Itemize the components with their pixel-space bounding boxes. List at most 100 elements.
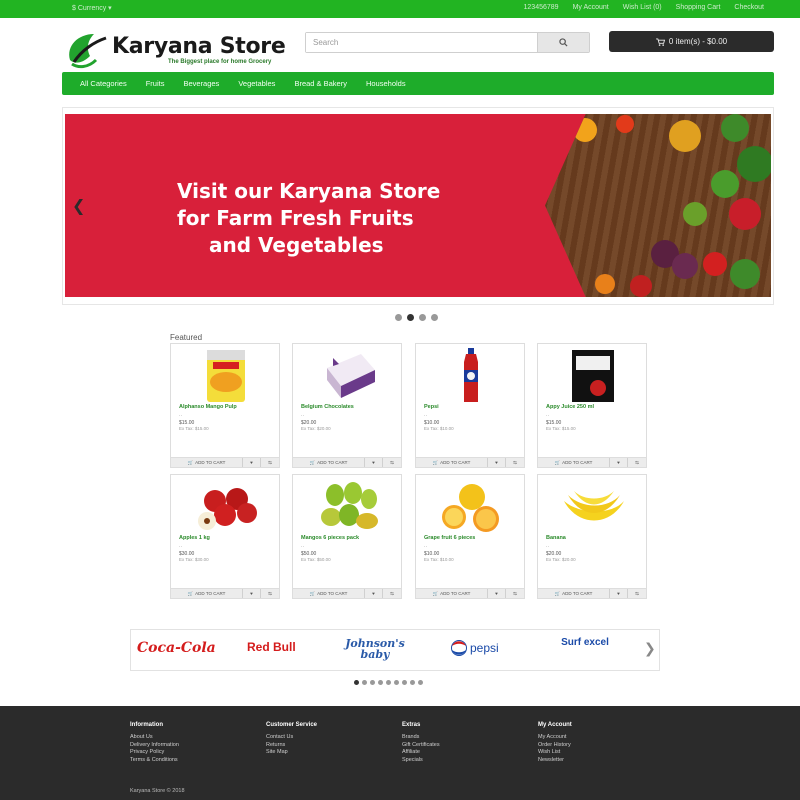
store-logo[interactable]: Karyana Store The Biggest place for home… xyxy=(64,30,294,70)
brand-logo-red-bull[interactable]: Red Bull xyxy=(247,640,296,654)
top-link-checkout[interactable]: Checkout xyxy=(734,4,764,11)
compare-button[interactable]: ⇆ xyxy=(506,589,524,598)
search-input[interactable] xyxy=(306,33,537,52)
footer-link[interactable]: My Account xyxy=(538,734,572,742)
nav-item-all-categories[interactable]: All Categories xyxy=(80,79,127,88)
wishlist-button[interactable]: ♥ xyxy=(610,589,628,598)
compare-button[interactable]: ⇆ xyxy=(628,589,646,598)
brand-logo-coca-cola[interactable]: Coca-Cola xyxy=(137,640,216,656)
add-to-cart-button[interactable]: 🛒 ADD TO CART xyxy=(416,458,488,467)
footer-link[interactable]: Brands xyxy=(402,734,440,742)
nav-item-fruits[interactable]: Fruits xyxy=(146,79,165,88)
add-to-cart-button[interactable]: 🛒 ADD TO CART xyxy=(293,589,365,598)
search-button[interactable] xyxy=(537,33,589,52)
compare-button[interactable]: ⇆ xyxy=(383,589,401,598)
nav-item-households[interactable]: Households xyxy=(366,79,406,88)
compare-button[interactable]: ⇆ xyxy=(261,458,279,467)
add-to-cart-button[interactable]: 🛒 ADD TO CART xyxy=(171,458,243,467)
footer-link[interactable]: Returns xyxy=(266,742,317,750)
footer-link[interactable]: Affiliate xyxy=(402,749,440,757)
product-name[interactable]: Apples 1 kg xyxy=(179,535,210,541)
cart-icon: 🛒 xyxy=(187,590,194,596)
product-card[interactable]: Grape fruit 6 pieces .. $10.00 Ex Tax: $… xyxy=(415,474,525,599)
footer-link[interactable]: Gift Certificates xyxy=(402,742,440,750)
footer-link[interactable]: Contact Us xyxy=(266,734,317,742)
banner-dot-4[interactable] xyxy=(431,314,438,321)
footer-link[interactable]: Wish List xyxy=(538,749,572,757)
banner-slide[interactable]: Visit our Karyana Store for Farm Fresh F… xyxy=(65,114,771,297)
heart-icon: ♥ xyxy=(250,460,253,465)
currency-selector[interactable]: $ Currency ▾ xyxy=(72,4,112,12)
product-card[interactable]: Alphanso Mango Pulp .. $15.00 Ex Tax: $1… xyxy=(170,343,280,468)
product-card[interactable]: Apples 1 kg .. $30.00 Ex Tax: $30.00 🛒 AD… xyxy=(170,474,280,599)
footer-link[interactable]: Newsletter xyxy=(538,757,572,765)
footer-link[interactable]: About Us xyxy=(130,734,179,742)
brand-logo-johnsons-baby[interactable]: Johnson's baby xyxy=(341,638,409,660)
brand-dot-2[interactable] xyxy=(362,680,367,685)
compare-button[interactable]: ⇆ xyxy=(261,589,279,598)
brand-logo-pepsi[interactable]: pepsi xyxy=(451,640,499,656)
footer-link[interactable]: Delivery Information xyxy=(130,742,179,750)
footer-link[interactable]: Site Map xyxy=(266,749,317,757)
nav-item-beverages[interactable]: Beverages xyxy=(183,79,219,88)
wishlist-button[interactable]: ♥ xyxy=(488,458,506,467)
brand-dot-7[interactable] xyxy=(402,680,407,685)
top-link-account[interactable]: My Account xyxy=(573,4,609,11)
wishlist-button[interactable]: ♥ xyxy=(488,589,506,598)
brand-dot-9[interactable] xyxy=(418,680,423,685)
wishlist-button[interactable]: ♥ xyxy=(243,589,261,598)
product-card[interactable]: Appy Juice 250 ml .. $15.00 Ex Tax: $15.… xyxy=(537,343,647,468)
add-to-cart-button[interactable]: 🛒 ADD TO CART xyxy=(538,589,610,598)
product-name[interactable]: Alphanso Mango Pulp xyxy=(179,404,237,410)
add-to-cart-button[interactable]: 🛒 ADD TO CART xyxy=(293,458,365,467)
cart-button[interactable]: 0 item(s) - $0.00 xyxy=(609,31,774,52)
wishlist-button[interactable]: ♥ xyxy=(610,458,628,467)
product-name[interactable]: Pepsi xyxy=(424,404,439,410)
brand-dot-5[interactable] xyxy=(386,680,391,685)
banner-prev-arrow-icon[interactable]: ❮ xyxy=(72,196,85,216)
footer-link[interactable]: Terms & Conditions xyxy=(130,757,179,765)
top-link-wishlist[interactable]: Wish List (0) xyxy=(623,4,662,11)
add-to-cart-button[interactable]: 🛒 ADD TO CART xyxy=(538,458,610,467)
product-card[interactable]: Banana .. $20.00 Ex Tax: $20.00 🛒 ADD TO … xyxy=(537,474,647,599)
product-name[interactable]: Banana xyxy=(546,535,566,541)
product-card[interactable]: Pepsi .. $10.00 Ex Tax: $10.00 🛒 ADD TO C… xyxy=(415,343,525,468)
nav-item-vegetables[interactable]: Vegetables xyxy=(238,79,275,88)
footer-column-information: Information About Us Delivery Informatio… xyxy=(130,722,179,764)
compare-button[interactable]: ⇆ xyxy=(628,458,646,467)
footer-link[interactable]: Specials xyxy=(402,757,440,765)
brand-dot-3[interactable] xyxy=(370,680,375,685)
compare-button[interactable]: ⇆ xyxy=(383,458,401,467)
banner-line-3: and Vegetables xyxy=(209,233,384,257)
add-to-cart-button[interactable]: 🛒 ADD TO CART xyxy=(416,589,488,598)
add-to-cart-button[interactable]: 🛒 ADD TO CART xyxy=(171,589,243,598)
product-name[interactable]: Belgium Chocolates xyxy=(301,404,354,410)
brand-dot-1[interactable] xyxy=(354,680,359,685)
brand-next-arrow-icon[interactable]: ❯ xyxy=(644,640,656,657)
footer-link[interactable]: Order History xyxy=(538,742,572,750)
compare-button[interactable]: ⇆ xyxy=(506,458,524,467)
footer-link[interactable]: Privacy Policy xyxy=(130,749,179,757)
cart-icon: 🛒 xyxy=(309,590,316,596)
brand-dot-8[interactable] xyxy=(410,680,415,685)
product-actions: 🛒 ADD TO CART ♥ ⇆ xyxy=(171,457,279,467)
product-name[interactable]: Appy Juice 250 ml xyxy=(546,404,594,410)
product-ex-tax: Ex Tax: $20.00 xyxy=(301,426,331,431)
product-card[interactable]: Mangos 6 pieces pack .. $50.00 Ex Tax: $… xyxy=(292,474,402,599)
top-link-phone[interactable]: 123456789 xyxy=(524,4,559,11)
site-footer: Information About Us Delivery Informatio… xyxy=(0,706,800,800)
brand-dot-4[interactable] xyxy=(378,680,383,685)
product-name[interactable]: Grape fruit 6 pieces xyxy=(424,535,475,541)
product-name[interactable]: Mangos 6 pieces pack xyxy=(301,535,359,541)
banner-dot-1[interactable] xyxy=(395,314,402,321)
wishlist-button[interactable]: ♥ xyxy=(365,589,383,598)
top-link-cart[interactable]: Shopping Cart xyxy=(676,4,721,11)
product-card[interactable]: Belgium Chocolates .. $20.00 Ex Tax: $20… xyxy=(292,343,402,468)
banner-dot-3[interactable] xyxy=(419,314,426,321)
wishlist-button[interactable]: ♥ xyxy=(243,458,261,467)
brand-dot-6[interactable] xyxy=(394,680,399,685)
banner-dot-2[interactable] xyxy=(407,314,414,321)
brand-logo-surf-excel[interactable]: Surf excel xyxy=(561,638,609,648)
wishlist-button[interactable]: ♥ xyxy=(365,458,383,467)
nav-item-bread-bakery[interactable]: Bread & Bakery xyxy=(294,79,347,88)
